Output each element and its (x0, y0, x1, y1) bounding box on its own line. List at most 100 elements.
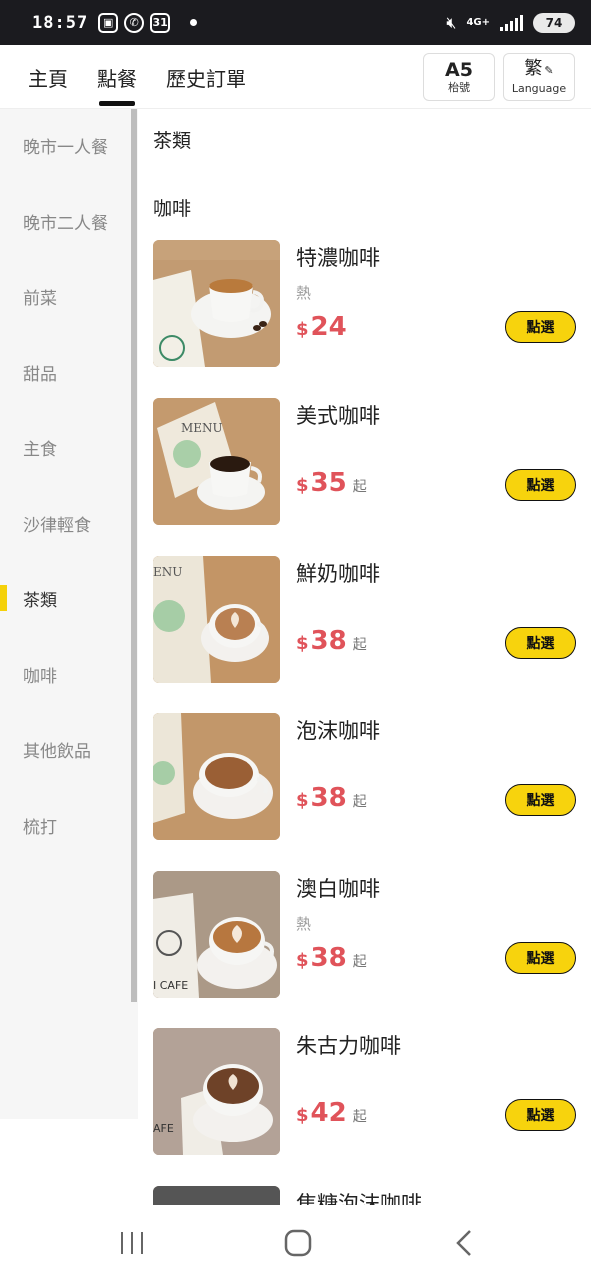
item-price: $24 (296, 312, 347, 342)
price-currency: $ (296, 633, 309, 654)
section-title-coffee: 咖啡 (153, 198, 192, 220)
svg-text:I CAFE: I CAFE (153, 979, 188, 992)
signal-icon (500, 14, 523, 31)
status-time: 18:57 (32, 12, 89, 33)
price-currency: $ (296, 950, 309, 971)
table-number: A5 (445, 59, 473, 81)
espresso-image (153, 240, 280, 367)
top-nav: 主頁 點餐 歷史訂單 A5 枱號 繁 ✎ Language (0, 45, 591, 109)
flat-white-image: I CAFE (153, 871, 280, 998)
sidebar-item-coffee[interactable]: 咖啡 (0, 649, 130, 699)
svg-text:MENU: MENU (181, 421, 223, 435)
whatsapp-icon: ✆ (124, 12, 145, 33)
menu-item[interactable]: 焦糖泡沫咖啡 (153, 1186, 577, 1205)
mocha-image: AFE (153, 1028, 280, 1155)
sidebar-item-dinner-single[interactable]: 晚市一人餐 (0, 120, 130, 170)
tab-history[interactable]: 歷史訂單 (166, 63, 246, 92)
price-from-suffix: 起 (352, 637, 367, 653)
item-option: 熱 (296, 284, 312, 302)
price-amount: 24 (310, 312, 347, 342)
recent-apps-icon (121, 1232, 143, 1254)
cappuccino-image (153, 713, 280, 840)
price-amount: 35 (310, 468, 347, 498)
language-current: 繁 (524, 58, 543, 79)
section-title-tea: 茶類 (153, 130, 192, 152)
mute-icon: 🔇︎ (446, 12, 457, 32)
language-button[interactable]: 繁 ✎ Language (503, 53, 575, 101)
sidebar-item-other-drinks[interactable]: 其他飲品 (0, 724, 130, 774)
home-icon (284, 1229, 312, 1257)
caramel-image (153, 1186, 280, 1205)
menu-item[interactable]: 特濃咖啡 熱 $24 點選 (153, 240, 577, 368)
svg-text:AFE: AFE (153, 1122, 174, 1135)
price-from-suffix: 起 (352, 794, 367, 810)
sidebar-item-soda[interactable]: 梳打 (0, 800, 130, 850)
table-label: 枱號 (448, 81, 470, 94)
battery-icon: 74 (533, 12, 575, 33)
price-from-suffix: 起 (352, 954, 367, 970)
item-name: 朱古力咖啡 (296, 1034, 401, 1058)
menu-item[interactable]: AFE 朱古力咖啡 $42 起 點選 (153, 1028, 577, 1156)
menu-item[interactable]: 泡沫咖啡 $38 起 點選 (153, 713, 577, 841)
select-button[interactable]: 點選 (505, 1099, 576, 1131)
item-name: 泡沫咖啡 (296, 719, 380, 743)
sidebar-scrollbar[interactable] (131, 109, 137, 1002)
price-from-suffix: 起 (352, 479, 367, 495)
system-nav-bar (0, 1205, 591, 1280)
menu-item[interactable]: I CAFE 澳白咖啡 熱 $38 起 點選 (153, 871, 577, 999)
select-button[interactable]: 點選 (505, 942, 576, 974)
sidebar-item-dessert[interactable]: 甜品 (0, 347, 130, 397)
item-price: $42 起 (296, 1098, 367, 1128)
item-name: 特濃咖啡 (296, 246, 380, 270)
language-label: Language (511, 82, 567, 95)
tab-home[interactable]: 主頁 (28, 63, 68, 92)
item-option: 熱 (296, 915, 312, 933)
sidebar-item-main[interactable]: 主食 (0, 422, 130, 472)
sidebar-item-tea[interactable]: 茶類 (0, 573, 130, 623)
price-currency: $ (296, 319, 309, 340)
status-notification-icons: ▣ ✆ 31 (98, 12, 198, 33)
table-number-button[interactable]: A5 枱號 (423, 53, 495, 101)
americano-image: MENU (153, 398, 280, 525)
sidebar-item-dinner-double[interactable]: 晚市二人餐 (0, 196, 130, 246)
item-name: 美式咖啡 (296, 404, 380, 428)
select-button[interactable]: 點選 (505, 311, 576, 343)
calendar-icon: 31 (150, 12, 171, 33)
notification-dot-icon (190, 19, 198, 26)
network-type: 4G+ (466, 16, 490, 28)
price-amount: 38 (310, 943, 347, 973)
item-price: $38 起 (296, 943, 367, 973)
pencil-icon: ✎ (544, 64, 554, 77)
menu-content[interactable]: 茶類 咖啡 特濃咖啡 熱 $24 點選 MENU 美式咖啡 $ 35 起 點選 … (138, 109, 591, 1205)
back-button[interactable] (434, 1225, 494, 1261)
sidebar-item-salad[interactable]: 沙律輕食 (0, 498, 130, 548)
price-currency: $ (296, 475, 309, 496)
select-button[interactable]: 點選 (505, 784, 576, 816)
item-price: $38 起 (296, 783, 367, 813)
price-currency: $ (296, 790, 309, 811)
sidebar-item-appetizer[interactable]: 前菜 (0, 271, 130, 321)
item-name: 焦糖泡沫咖啡 (296, 1192, 422, 1205)
select-button[interactable]: 點選 (505, 469, 576, 501)
back-icon (456, 1230, 471, 1256)
tab-order[interactable]: 點餐 (97, 63, 137, 106)
latte-image: ENU (153, 556, 280, 683)
item-name: 澳白咖啡 (296, 877, 380, 901)
category-sidebar[interactable]: 晚市一人餐 晚市二人餐 前菜 甜品 主食 沙律輕食 茶類 咖啡 其他飲品 梳打 (0, 109, 138, 1119)
item-name: 鮮奶咖啡 (296, 562, 380, 586)
battery-level: 74 (545, 15, 563, 30)
price-currency: $ (296, 1105, 309, 1126)
recent-apps-button[interactable] (102, 1225, 162, 1261)
screenshot-icon: ▣ (98, 12, 119, 33)
menu-item[interactable]: ENU 鮮奶咖啡 $38 起 點選 (153, 556, 577, 684)
home-button[interactable] (268, 1225, 328, 1261)
menu-item[interactable]: MENU 美式咖啡 $35 起 點選 (153, 398, 577, 526)
item-price: $35 起 (296, 468, 367, 498)
price-amount: 42 (310, 1098, 347, 1128)
price-amount: 38 (310, 783, 347, 813)
price-amount: 38 (310, 626, 347, 656)
select-button[interactable]: 點選 (505, 627, 576, 659)
price-from-suffix: 起 (352, 1109, 367, 1125)
status-bar: 18:57 ▣ ✆ 31 🔇︎ 4G+ 74 (0, 0, 591, 45)
item-price: $38 起 (296, 626, 367, 656)
